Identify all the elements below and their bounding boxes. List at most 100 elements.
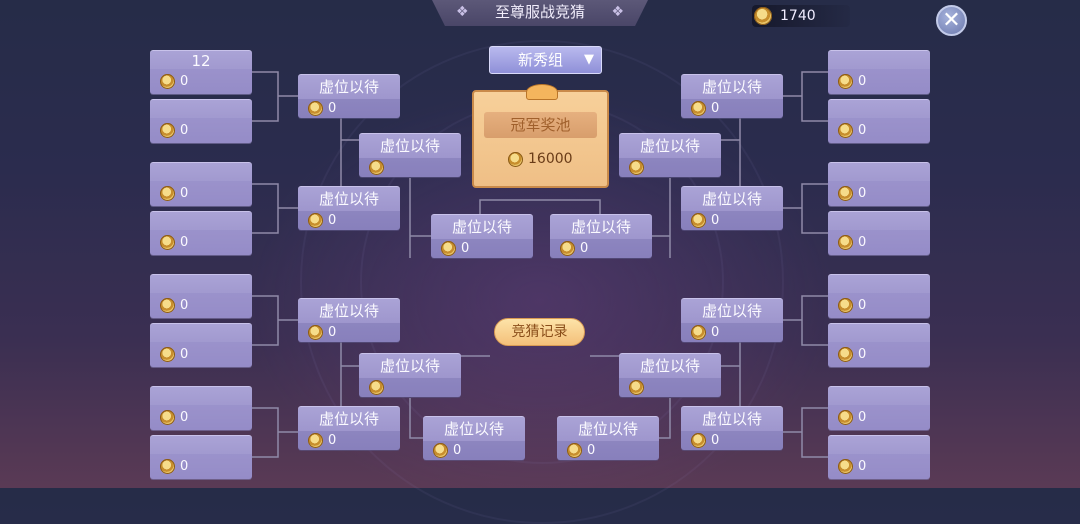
bracket-slot[interactable]: 虚位以待 0 bbox=[681, 406, 783, 451]
player-name bbox=[828, 163, 930, 181]
coin-icon bbox=[838, 74, 853, 89]
bet-count: 0 bbox=[858, 298, 867, 313]
coin-icon bbox=[754, 7, 772, 25]
page-title: 至尊服战竞猜 bbox=[494, 3, 585, 21]
bracket-slot[interactable]: 0 bbox=[828, 99, 930, 144]
player-name: 虚位以待 bbox=[379, 357, 440, 375]
player-name: 虚位以待 bbox=[318, 78, 379, 96]
player-name: 虚位以待 bbox=[379, 137, 440, 155]
coin-icon bbox=[160, 459, 175, 474]
coin-icon bbox=[369, 160, 384, 175]
bet-count: 0 bbox=[711, 213, 720, 228]
bracket-slot[interactable]: 虚位以待 0 bbox=[681, 298, 783, 343]
coin-icon bbox=[838, 459, 853, 474]
bracket-slot[interactable]: 0 bbox=[828, 435, 930, 480]
bracket-slot[interactable]: 0 bbox=[150, 323, 252, 368]
bet-count: 0 bbox=[858, 123, 867, 138]
coin-icon bbox=[838, 186, 853, 201]
coin-icon bbox=[691, 101, 706, 116]
coin-icon bbox=[560, 241, 575, 256]
bet-count: 0 bbox=[461, 241, 470, 256]
bracket-slot[interactable]: 虚位以待 0 bbox=[550, 214, 652, 259]
bracket-slot[interactable]: 虚位以待 0 bbox=[431, 214, 533, 259]
bracket-slot[interactable]: 0 bbox=[150, 211, 252, 256]
bracket-slot[interactable]: 12 0 bbox=[150, 50, 252, 95]
bracket-slot[interactable]: 0 bbox=[828, 162, 930, 207]
bracket-slot[interactable]: 0 bbox=[828, 50, 930, 95]
player-name bbox=[150, 100, 252, 118]
crest-ornament bbox=[526, 84, 558, 100]
bet-count: 0 bbox=[858, 186, 867, 201]
bet-count: 0 bbox=[711, 325, 720, 340]
player-name: 虚位以待 bbox=[451, 218, 512, 236]
player-name: 虚位以待 bbox=[701, 410, 762, 428]
bracket-slot[interactable]: 0 bbox=[150, 435, 252, 480]
group-select-value: 新秀组 bbox=[518, 51, 564, 69]
player-name bbox=[828, 275, 930, 293]
group-select-dropdown[interactable]: 新秀组 ▼ bbox=[489, 46, 602, 74]
coin-icon bbox=[160, 347, 175, 362]
bracket-slot[interactable]: 虚位以待 0 bbox=[298, 74, 400, 119]
player-name bbox=[150, 212, 252, 230]
bet-count: 0 bbox=[858, 235, 867, 250]
bet-count: 0 bbox=[180, 298, 189, 313]
bracket-slot[interactable]: 虚位以待 0 bbox=[298, 186, 400, 231]
player-name bbox=[150, 275, 252, 293]
bracket-slot[interactable]: 0 bbox=[828, 274, 930, 319]
bet-count: 0 bbox=[587, 443, 596, 458]
bracket-slot[interactable]: 虚位以待 bbox=[619, 353, 721, 398]
coin-icon bbox=[369, 380, 384, 395]
player-name: 虚位以待 bbox=[318, 190, 379, 208]
bracket-slot[interactable]: 虚位以待 bbox=[619, 133, 721, 178]
coin-icon bbox=[433, 443, 448, 458]
coin-icon bbox=[308, 325, 323, 340]
coin-icon bbox=[160, 186, 175, 201]
bet-count: 0 bbox=[580, 241, 589, 256]
prize-pool-title: 冠军奖池 bbox=[484, 112, 597, 138]
player-name: 虚位以待 bbox=[701, 190, 762, 208]
bracket-slot[interactable]: 0 bbox=[150, 274, 252, 319]
bracket-slot[interactable]: 虚位以待 bbox=[359, 353, 461, 398]
coin-icon bbox=[567, 443, 582, 458]
player-name: 虚位以待 bbox=[577, 420, 638, 438]
bracket-slot[interactable]: 0 bbox=[828, 386, 930, 431]
bet-count: 0 bbox=[453, 443, 462, 458]
bracket-slot[interactable]: 0 bbox=[150, 162, 252, 207]
coin-icon bbox=[508, 152, 523, 167]
coin-icon bbox=[838, 235, 853, 250]
close-button[interactable]: ✕ bbox=[936, 5, 967, 36]
title-banner: ❖ 至尊服战竞猜 ❖ bbox=[432, 0, 648, 26]
guess-record-button[interactable]: 竞猜记录 bbox=[494, 318, 585, 346]
coin-icon bbox=[308, 101, 323, 116]
player-name: 虚位以待 bbox=[701, 78, 762, 96]
bet-count: 0 bbox=[180, 347, 189, 362]
coin-icon bbox=[441, 241, 456, 256]
bracket-slot[interactable]: 0 bbox=[828, 211, 930, 256]
coin-balance-value: 1740 bbox=[780, 8, 816, 24]
bracket-slot[interactable]: 0 bbox=[828, 323, 930, 368]
player-name bbox=[150, 436, 252, 454]
bracket-slot[interactable]: 虚位以待 0 bbox=[557, 416, 659, 461]
coin-icon bbox=[160, 123, 175, 138]
champion-prize-pool: 冠军奖池 16000 bbox=[472, 84, 609, 188]
player-name: 虚位以待 bbox=[443, 420, 504, 438]
bet-count: 0 bbox=[858, 459, 867, 474]
bracket-slot[interactable]: 虚位以待 bbox=[359, 133, 461, 178]
bracket-slot[interactable]: 虚位以待 0 bbox=[423, 416, 525, 461]
coin-icon bbox=[629, 160, 644, 175]
coin-icon bbox=[308, 213, 323, 228]
bracket-slot[interactable]: 虚位以待 0 bbox=[298, 406, 400, 451]
player-name bbox=[828, 324, 930, 342]
bracket-slot[interactable]: 虚位以待 0 bbox=[298, 298, 400, 343]
coin-icon bbox=[308, 433, 323, 448]
diamond-ornament-icon: ❖ bbox=[456, 4, 469, 20]
bet-count: 0 bbox=[328, 433, 337, 448]
bracket-slot[interactable]: 虚位以待 0 bbox=[681, 74, 783, 119]
bracket-slot[interactable]: 虚位以待 0 bbox=[681, 186, 783, 231]
player-name: 虚位以待 bbox=[701, 302, 762, 320]
bracket-slot[interactable]: 0 bbox=[150, 386, 252, 431]
player-name: 虚位以待 bbox=[639, 137, 700, 155]
bracket-slot[interactable]: 0 bbox=[150, 99, 252, 144]
coin-icon bbox=[160, 298, 175, 313]
player-name: 虚位以待 bbox=[318, 410, 379, 428]
